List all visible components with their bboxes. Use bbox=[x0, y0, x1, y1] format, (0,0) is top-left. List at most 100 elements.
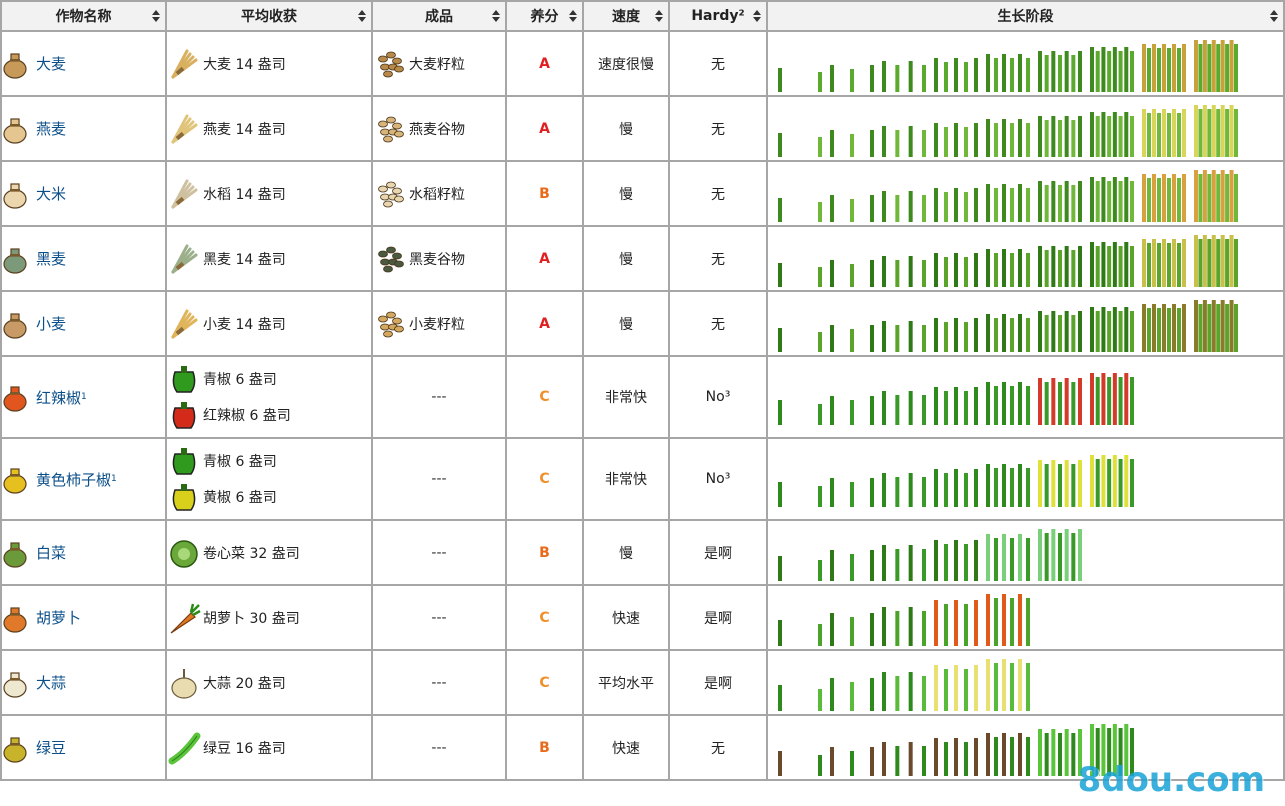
harvest-cell: 胡萝卜 30 盎司 bbox=[165, 584, 373, 651]
crop-name-cell: 小麦 bbox=[0, 290, 167, 357]
wheat-bundle-icon bbox=[171, 49, 198, 78]
harvest-cell: 黑麦 14 盎司 bbox=[165, 225, 373, 292]
growth-stage-icon bbox=[830, 129, 874, 157]
sort-icon[interactable] bbox=[358, 10, 366, 22]
growth-stage-icon bbox=[778, 482, 822, 507]
grain-icon bbox=[378, 116, 404, 142]
product-cell: 大麦籽粒 bbox=[371, 30, 507, 97]
footnote-ref[interactable]: 1 bbox=[81, 392, 87, 402]
growth-stage-icon bbox=[1194, 234, 1238, 287]
harvest-cell: 大蒜 20 盎司 bbox=[165, 649, 373, 716]
nutrient-grade: B bbox=[539, 544, 550, 561]
growth-stage-icon bbox=[986, 732, 1030, 776]
growth-stage-icon bbox=[934, 469, 978, 507]
crop-link[interactable]: 绿豆 bbox=[36, 737, 66, 758]
header-hardy[interactable]: Hardy² bbox=[668, 0, 768, 32]
growth-stage-icon bbox=[1038, 528, 1082, 581]
speed-cell: 慢 bbox=[582, 225, 670, 292]
growth-stages-cell bbox=[766, 437, 1285, 521]
growth-stage-icon bbox=[934, 57, 978, 92]
cabbage-icon bbox=[170, 539, 198, 568]
hardy-cell: No³ bbox=[668, 437, 768, 521]
crop-link[interactable]: 红辣椒 bbox=[36, 387, 81, 408]
sort-icon[interactable] bbox=[1270, 10, 1278, 22]
growth-stage-icon bbox=[882, 190, 926, 222]
growth-stage-icon bbox=[778, 400, 822, 425]
harvest-cell: 绿豆 16 盎司 bbox=[165, 714, 373, 781]
table-row: 燕麦 燕麦 14 盎司 燕麦谷物 A 慢无 bbox=[0, 95, 1285, 162]
sort-icon[interactable] bbox=[655, 10, 663, 22]
growth-stage-icon bbox=[1090, 176, 1134, 222]
harvest-cell: 水稻 14 盎司 bbox=[165, 160, 373, 227]
growth-stage-icon bbox=[1194, 299, 1238, 352]
nutrient-cell: A bbox=[505, 30, 584, 97]
grain-icon bbox=[378, 51, 404, 77]
grain-icon bbox=[378, 246, 404, 272]
nutrient-grade: A bbox=[539, 55, 550, 72]
harvest-text: 黄椒 6 盎司 bbox=[203, 490, 277, 506]
crop-link[interactable]: 燕麦 bbox=[36, 118, 66, 139]
growth-stage-icon bbox=[830, 549, 874, 581]
table-header: 作物名称 平均收获 成品 养分 速度 Hardy² 生长阶段 bbox=[0, 0, 1285, 32]
header-harvest[interactable]: 平均收获 bbox=[165, 0, 373, 32]
crop-link[interactable]: 小麦 bbox=[36, 313, 66, 334]
nutrient-grade: B bbox=[539, 739, 550, 756]
nutrient-cell: C bbox=[505, 584, 584, 651]
crop-link[interactable]: 黑麦 bbox=[36, 248, 66, 269]
harvest-text: 小麦 14 盎司 bbox=[203, 316, 286, 333]
harvest-text: 胡萝卜 30 盎司 bbox=[203, 610, 300, 627]
product-text: 大麦籽粒 bbox=[409, 56, 465, 73]
growth-stage-icon bbox=[1090, 455, 1134, 507]
speed-cell: 慢 bbox=[582, 519, 670, 586]
growth-stage-icon bbox=[1038, 310, 1082, 352]
growth-stage-icon bbox=[778, 132, 822, 157]
harvest-cell: 燕麦 14 盎司 bbox=[165, 95, 373, 162]
growth-stage-icon bbox=[830, 612, 874, 646]
product-cell: 燕麦谷物 bbox=[371, 95, 507, 162]
header-name[interactable]: 作物名称 bbox=[0, 0, 167, 32]
growth-stages-cell bbox=[766, 160, 1285, 227]
harvest-text: 燕麦 14 盎司 bbox=[203, 121, 286, 138]
rice-bundle-icon bbox=[171, 179, 198, 208]
speed-cell: 慢 bbox=[582, 290, 670, 357]
header-nutrient[interactable]: 养分 bbox=[505, 0, 584, 32]
growth-stage-icon bbox=[778, 555, 822, 581]
product-cell: --- bbox=[371, 714, 507, 781]
growth-stage-icon bbox=[882, 255, 926, 287]
sort-icon[interactable] bbox=[492, 10, 500, 22]
nutrient-cell: A bbox=[505, 225, 584, 292]
rye-bundle-icon bbox=[171, 244, 198, 273]
speed-cell: 慢 bbox=[582, 95, 670, 162]
seed-bag-icon bbox=[3, 671, 27, 698]
crop-name-cell: 胡萝卜 bbox=[0, 584, 167, 651]
product-cell: 黑麦谷物 bbox=[371, 225, 507, 292]
growth-stage-icon bbox=[778, 262, 822, 287]
yellow-pepper-icon bbox=[172, 484, 196, 511]
seed-bag-icon bbox=[3, 182, 27, 209]
crop-link[interactable]: 白菜 bbox=[36, 542, 66, 563]
seed-bag-icon bbox=[3, 386, 27, 412]
sort-icon[interactable] bbox=[753, 10, 761, 22]
hardy-cell: 无 bbox=[668, 714, 768, 781]
footnote-ref[interactable]: 1 bbox=[111, 474, 117, 484]
crop-link[interactable]: 黄色柿子椒 bbox=[36, 469, 111, 490]
growth-stages-cell bbox=[766, 30, 1285, 97]
hardy-cell: 是啊 bbox=[668, 584, 768, 651]
growth-stage-icon bbox=[830, 746, 874, 776]
crop-link[interactable]: 大麦 bbox=[36, 53, 66, 74]
growth-stage-icon bbox=[1194, 104, 1238, 157]
crop-link[interactable]: 大蒜 bbox=[36, 672, 66, 693]
crop-link[interactable]: 大米 bbox=[36, 183, 66, 204]
growth-stage-icon bbox=[882, 544, 926, 581]
sort-icon[interactable] bbox=[152, 10, 160, 22]
seed-bag-icon bbox=[3, 606, 27, 633]
header-speed[interactable]: 速度 bbox=[582, 0, 670, 32]
growth-stage-icon bbox=[934, 599, 978, 646]
sort-icon[interactable] bbox=[569, 10, 577, 22]
header-stages[interactable]: 生长阶段 bbox=[766, 0, 1285, 32]
growth-stages-cell bbox=[766, 584, 1285, 651]
header-product[interactable]: 成品 bbox=[371, 0, 507, 32]
crop-link[interactable]: 胡萝卜 bbox=[36, 607, 81, 628]
product-text: --- bbox=[431, 389, 447, 405]
speed-cell: 非常快 bbox=[582, 437, 670, 521]
